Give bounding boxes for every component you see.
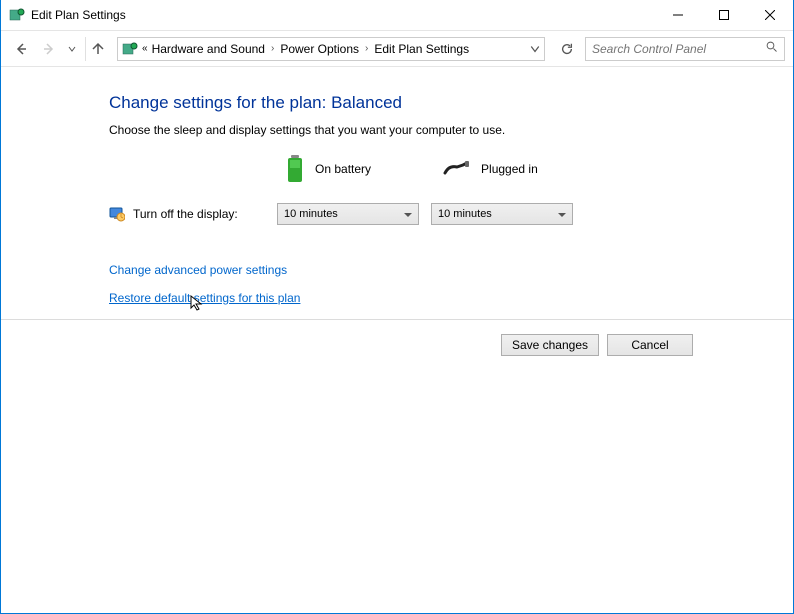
cancel-button[interactable]: Cancel [607,334,693,356]
display-plugged-dropdown[interactable]: 10 minutes [431,203,573,225]
breadcrumb-item[interactable]: Power Options [280,42,359,56]
control-panel-icon [9,7,25,23]
dropdown-value: 10 minutes [284,208,338,220]
navbar: « Hardware and Sound › Power Options › E… [1,31,793,67]
close-button[interactable] [747,0,793,30]
control-panel-icon [122,41,138,57]
back-button[interactable] [9,37,33,61]
window-title: Edit Plan Settings [31,8,655,22]
breadcrumb-item[interactable]: Hardware and Sound [152,42,265,56]
button-row: Save changes Cancel [1,320,793,356]
content-area: Change settings for the plan: Balanced C… [1,67,793,305]
display-battery-dropdown[interactable]: 10 minutes [277,203,419,225]
minimize-button[interactable] [655,0,701,30]
titlebar: Edit Plan Settings [1,0,793,31]
search-input[interactable] [592,42,766,56]
plugged-label: Plugged in [481,162,538,176]
breadcrumb-prefix: « [142,43,148,54]
forward-button[interactable] [37,37,61,61]
restore-defaults-link[interactable]: Restore default settings for this plan [109,291,793,305]
display-off-row: Turn off the display: 10 minutes 10 minu… [109,203,793,225]
chevron-right-icon: › [271,43,274,54]
maximize-button[interactable] [701,0,747,30]
search-icon[interactable] [766,41,778,56]
battery-icon [285,155,305,183]
refresh-button[interactable] [555,37,579,61]
advanced-settings-link[interactable]: Change advanced power settings [109,263,793,277]
history-dropdown[interactable] [65,45,79,53]
column-headers: On battery Plugged in [109,155,793,183]
page-subheading: Choose the sleep and display settings th… [109,123,793,137]
breadcrumb-item[interactable]: Edit Plan Settings [374,42,469,56]
search-box[interactable] [585,37,785,61]
chevron-right-icon: › [365,43,368,54]
breadcrumb[interactable]: « Hardware and Sound › Power Options › E… [117,37,545,61]
up-button[interactable] [85,37,109,61]
display-off-label: Turn off the display: [133,207,277,221]
chevron-down-icon[interactable] [530,44,540,54]
plug-icon [443,161,471,177]
dropdown-value: 10 minutes [438,208,492,220]
battery-label: On battery [315,162,371,176]
display-icon [109,206,125,222]
page-heading: Change settings for the plan: Balanced [109,93,793,113]
save-button[interactable]: Save changes [501,334,599,356]
